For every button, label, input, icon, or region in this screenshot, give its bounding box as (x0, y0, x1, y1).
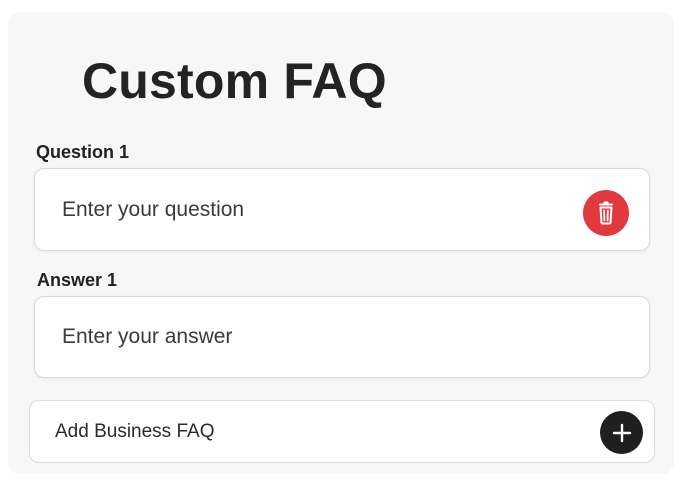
trash-icon (599, 201, 613, 225)
answer-label: Answer 1 (37, 270, 118, 290)
question-field[interactable] (34, 168, 650, 251)
answer-input[interactable] (62, 297, 562, 377)
add-business-faq-row[interactable]: Add Business FAQ (29, 400, 655, 463)
question-input[interactable] (62, 169, 562, 250)
question-label: Question 1 (36, 142, 130, 162)
add-faq-button[interactable] (600, 411, 643, 454)
answer-field[interactable] (34, 296, 650, 378)
page-title: Custom FAQ (82, 53, 387, 109)
add-business-faq-label: Add Business FAQ (55, 421, 215, 442)
delete-question-button[interactable] (583, 190, 629, 236)
plus-icon (612, 423, 631, 442)
